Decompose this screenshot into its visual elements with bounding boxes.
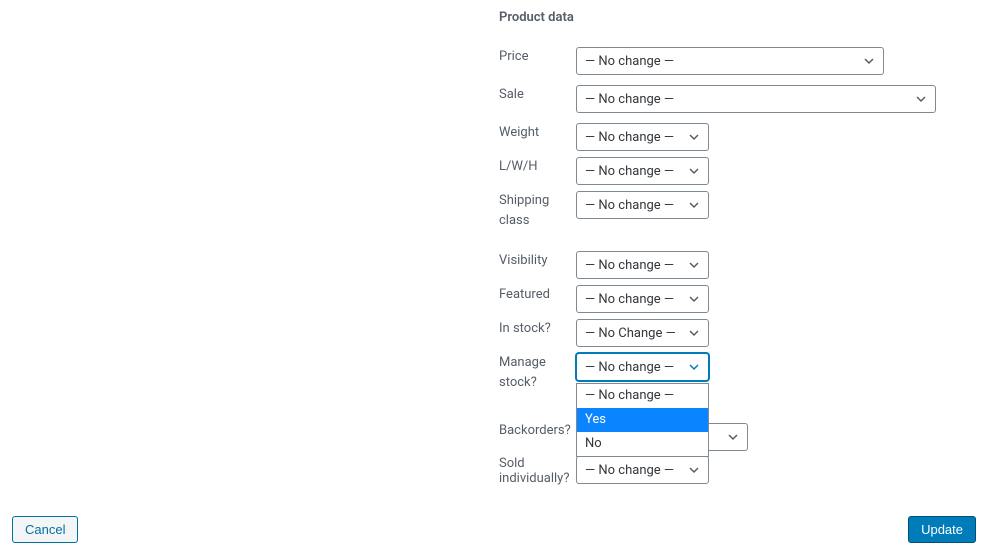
chevron-down-icon bbox=[688, 464, 700, 476]
chevron-down-icon bbox=[688, 361, 700, 373]
in-stock-label: In stock? bbox=[499, 319, 576, 339]
in-stock-value: — No Change — bbox=[585, 326, 676, 341]
manage-stock-label: Manage stock? bbox=[499, 353, 576, 393]
sold-individually-value: — No change — bbox=[585, 463, 674, 478]
cancel-button[interactable]: Cancel bbox=[12, 516, 78, 543]
shipping-class-label: Shipping class bbox=[499, 191, 576, 231]
featured-value: — No change — bbox=[585, 292, 674, 307]
chevron-down-icon bbox=[688, 293, 700, 305]
featured-label: Featured bbox=[499, 285, 576, 305]
featured-select[interactable]: — No change — bbox=[576, 285, 709, 313]
chevron-down-icon bbox=[688, 131, 700, 143]
manage-stock-option-no[interactable]: No bbox=[577, 432, 708, 456]
sold-individually-select[interactable]: — No change — bbox=[576, 456, 709, 484]
sold-individually-label: Sold individually? bbox=[499, 456, 576, 486]
weight-label: Weight bbox=[499, 123, 576, 143]
visibility-value: — No change — bbox=[585, 258, 674, 273]
chevron-down-icon bbox=[688, 165, 700, 177]
price-select[interactable]: — No change — bbox=[576, 47, 884, 75]
chevron-down-icon bbox=[688, 259, 700, 271]
lwh-value: — No change — bbox=[585, 164, 674, 179]
manage-stock-dropdown[interactable]: — No change — Yes No bbox=[576, 383, 709, 457]
manage-stock-value: — No change — bbox=[585, 360, 674, 375]
section-title: Product data bbox=[499, 10, 574, 25]
chevron-down-icon bbox=[688, 327, 700, 339]
sale-label: Sale bbox=[499, 85, 576, 105]
shipping-class-value: — No change — bbox=[585, 198, 674, 213]
chevron-down-icon bbox=[727, 431, 739, 443]
chevron-down-icon bbox=[863, 55, 875, 67]
chevron-down-icon bbox=[688, 199, 700, 211]
price-value: — No change — bbox=[585, 54, 674, 69]
sale-select[interactable]: — No change — bbox=[576, 85, 936, 113]
chevron-down-icon bbox=[915, 93, 927, 105]
sale-value: — No change — bbox=[585, 92, 674, 107]
lwh-select[interactable]: — No change — bbox=[576, 157, 709, 185]
manage-stock-option-nochange[interactable]: — No change — bbox=[577, 384, 708, 408]
visibility-label: Visibility bbox=[499, 251, 576, 271]
price-label: Price bbox=[499, 47, 576, 67]
manage-stock-option-yes[interactable]: Yes bbox=[577, 408, 708, 432]
lwh-label: L/W/H bbox=[499, 157, 576, 177]
shipping-class-select[interactable]: — No change — bbox=[576, 191, 709, 219]
backorders-label: Backorders? bbox=[499, 423, 576, 438]
visibility-select[interactable]: — No change — bbox=[576, 251, 709, 279]
update-button[interactable]: Update bbox=[908, 516, 976, 543]
weight-select[interactable]: — No change — bbox=[576, 123, 709, 151]
in-stock-select[interactable]: — No Change — bbox=[576, 319, 709, 347]
manage-stock-select[interactable]: — No change — bbox=[576, 353, 709, 381]
weight-value: — No change — bbox=[585, 130, 674, 145]
